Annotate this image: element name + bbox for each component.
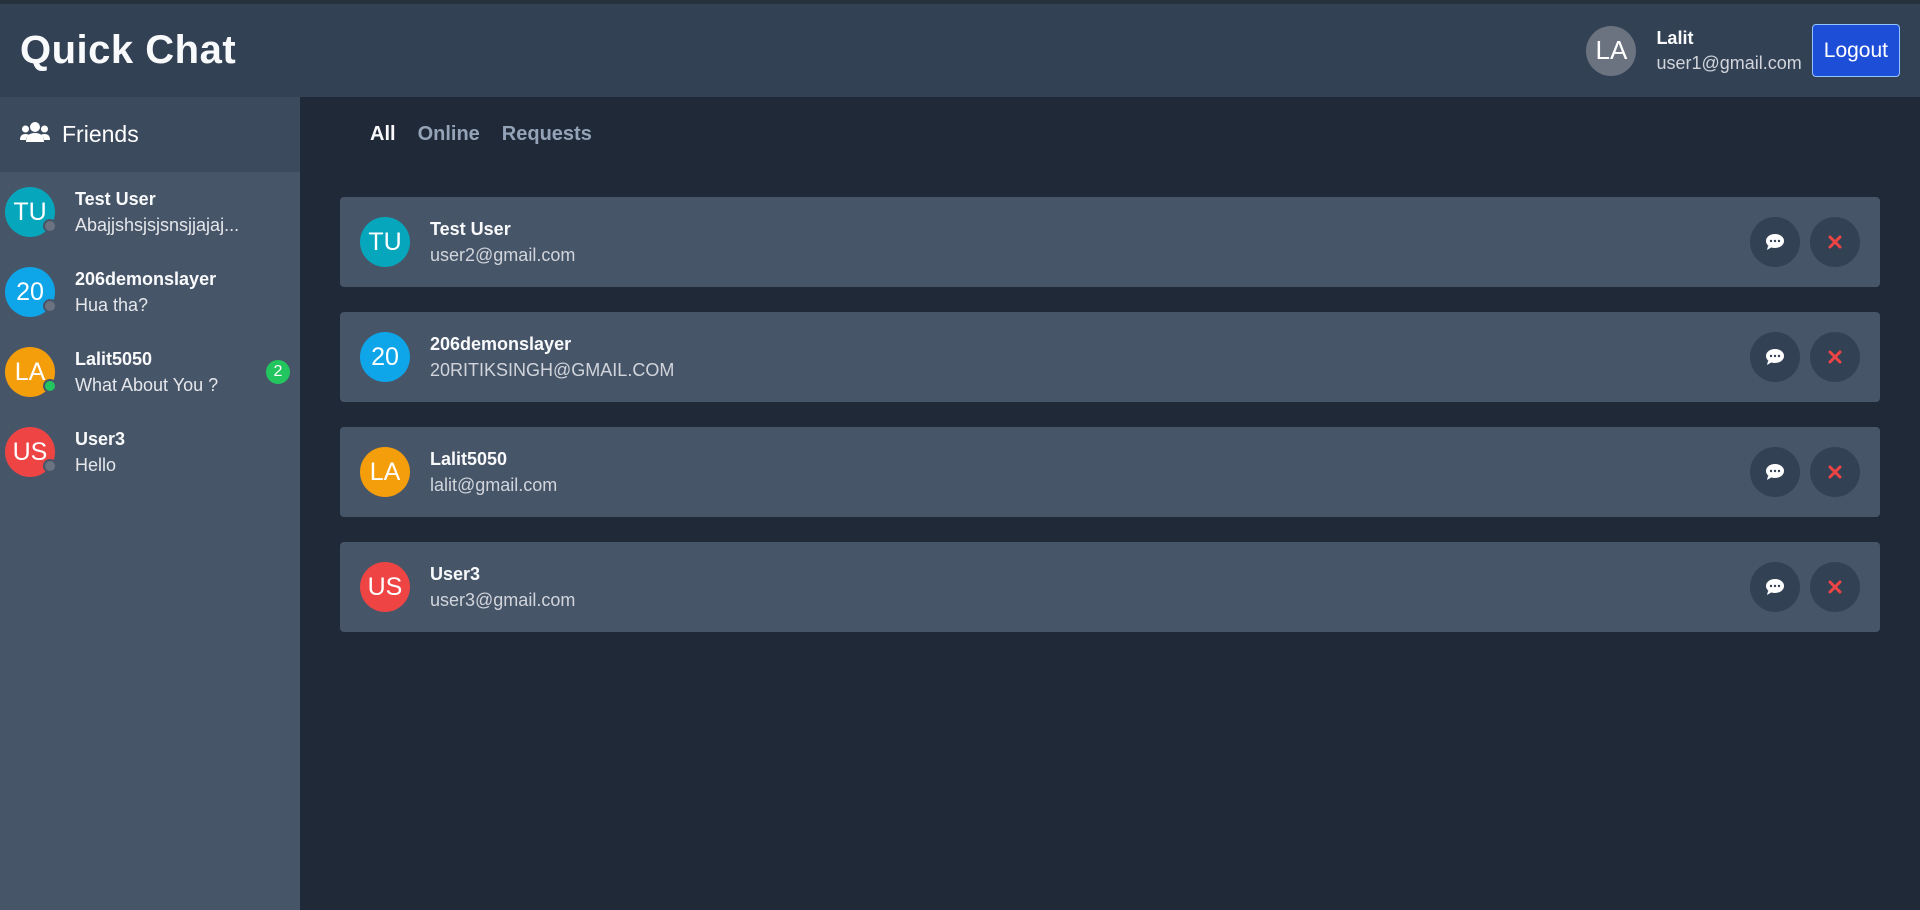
remove-friend-button[interactable] xyxy=(1810,332,1860,382)
friend-card: US User3 user3@gmail.com xyxy=(340,542,1880,632)
avatar: LA xyxy=(5,347,57,397)
avatar-initials: 20 xyxy=(16,277,44,306)
main-content: All Online Requests TU Test User user2@g… xyxy=(300,97,1920,910)
remove-friend-button[interactable] xyxy=(1810,217,1860,267)
status-indicator xyxy=(43,219,57,233)
unread-badge: 2 xyxy=(266,360,290,384)
chat-list-item[interactable]: 20 206demonslayer Hua tha? xyxy=(0,252,300,332)
friend-name: Lalit5050 xyxy=(430,448,508,469)
avatar-initials: US xyxy=(12,437,48,466)
status-indicator xyxy=(43,379,57,393)
friend-email: 20RITIKSINGH@GMAIL.COM xyxy=(430,359,675,380)
chat-name: Lalit5050 xyxy=(75,348,153,369)
avatar-initials: LA xyxy=(369,457,401,486)
avatar-initials: TU xyxy=(13,197,47,226)
friend-card: TU Test User user2@gmail.com xyxy=(340,197,1880,287)
remove-friend-button[interactable] xyxy=(1810,562,1860,612)
friend-email: lalit@gmail.com xyxy=(430,474,558,495)
chat-list-item[interactable]: US User3 Hello xyxy=(0,412,300,492)
message-icon xyxy=(1766,579,1784,595)
tab-online[interactable]: Online xyxy=(418,123,480,146)
chat-list-item[interactable]: LA Lalit5050 What About You ? 2 xyxy=(0,332,300,412)
message-icon xyxy=(1766,234,1784,250)
avatar-initials: LA xyxy=(14,357,46,386)
tab-all[interactable]: All xyxy=(370,123,396,146)
chat-name: Test User xyxy=(75,188,156,209)
current-user-name: Lalit xyxy=(1656,27,1694,48)
avatar: LA xyxy=(360,447,410,497)
message-button[interactable] xyxy=(1750,332,1800,382)
close-icon xyxy=(1828,580,1842,594)
friend-email: user2@gmail.com xyxy=(430,244,576,265)
avatar-initials: US xyxy=(367,572,403,601)
avatar: TU xyxy=(5,187,57,237)
avatar: US xyxy=(360,562,410,612)
friend-card: LA Lalit5050 lalit@gmail.com xyxy=(340,427,1880,517)
app-header: Quick Chat LA Lalit user1@gmail.com Logo… xyxy=(0,4,1920,97)
chat-last-message: Abajjshsjsjsnsjjajaj... xyxy=(75,214,240,235)
friend-name: User3 xyxy=(430,563,481,584)
sidebar: Friends TU Test User Abajjshsjsjsnsjjaja… xyxy=(0,97,300,910)
avatar: 20 xyxy=(5,267,57,317)
status-indicator xyxy=(43,299,57,313)
current-user-email: user1@gmail.com xyxy=(1656,52,1802,73)
chat-name: 206demonslayer xyxy=(75,268,217,289)
avatar: 20 xyxy=(360,332,410,382)
avatar-initials: LA xyxy=(1595,35,1628,65)
friend-email: user3@gmail.com xyxy=(430,589,576,610)
message-button[interactable] xyxy=(1750,562,1800,612)
friend-tabs: All Online Requests xyxy=(340,97,1880,172)
avatar-initials: 20 xyxy=(371,342,399,371)
chat-last-message: Hello xyxy=(75,454,117,475)
friend-card: 20 206demonslayer 20RITIKSINGH@GMAIL.COM xyxy=(340,312,1880,402)
friend-name: Test User xyxy=(430,218,511,239)
friend-name: 206demonslayer xyxy=(430,333,572,354)
close-icon xyxy=(1828,235,1842,249)
chat-last-message: Hua tha? xyxy=(75,294,149,315)
remove-friend-button[interactable] xyxy=(1810,447,1860,497)
message-button[interactable] xyxy=(1750,217,1800,267)
chat-name: User3 xyxy=(75,428,126,449)
message-icon xyxy=(1766,349,1784,365)
logout-button[interactable]: Logout xyxy=(1811,24,1900,77)
friends-title: Friends xyxy=(62,121,139,147)
close-icon xyxy=(1828,465,1842,479)
user-panel: LA Lalit user1@gmail.com Logout xyxy=(1586,24,1900,77)
users-icon xyxy=(20,121,62,149)
avatar: LA xyxy=(1586,25,1637,76)
close-icon xyxy=(1828,350,1842,364)
chat-list-item[interactable]: TU Test User Abajjshsjsjsnsjjajaj... xyxy=(0,172,300,252)
tab-requests[interactable]: Requests xyxy=(502,123,592,146)
message-icon xyxy=(1766,464,1784,480)
chat-last-message: What About You ? xyxy=(75,374,219,395)
avatar: TU xyxy=(360,217,410,267)
friends-header[interactable]: Friends xyxy=(0,97,300,172)
avatar: US xyxy=(5,427,57,477)
message-button[interactable] xyxy=(1750,447,1800,497)
avatar-initials: TU xyxy=(368,227,402,256)
current-user-info: Lalit user1@gmail.com xyxy=(1656,28,1801,74)
app-title: Quick Chat xyxy=(20,28,237,72)
status-indicator xyxy=(43,459,57,473)
